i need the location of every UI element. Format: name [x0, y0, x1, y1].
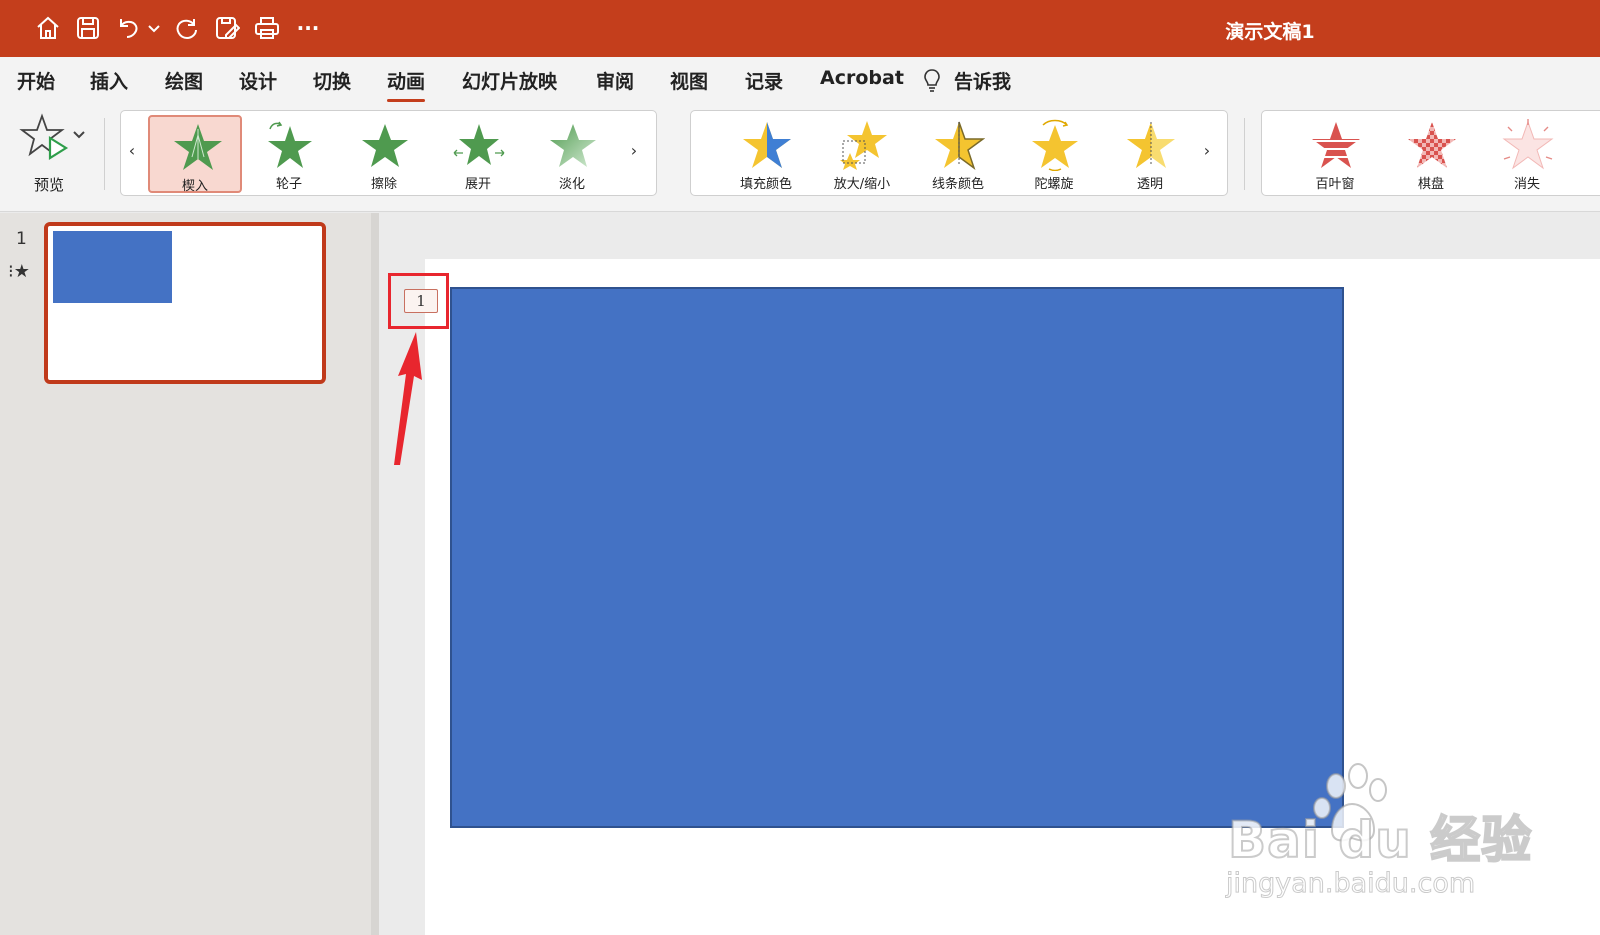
exit-effects-gallery: 百叶窗 棋盘 消失 [1261, 110, 1600, 196]
watermark-url: jingyan.baidu.com [1225, 868, 1476, 900]
save-icon[interactable] [74, 14, 102, 42]
effect-fill-color[interactable]: 填充颜色 [719, 115, 813, 193]
checkerboard-star-icon [1408, 122, 1456, 168]
lightbulb-icon[interactable] [922, 68, 942, 92]
title-bar: ··· 演示文稿1 [0, 0, 1600, 57]
tab-transitions[interactable]: 切换 [313, 67, 351, 94]
effect-label: 线条颜色 [931, 177, 984, 192]
effect-grow-shrink[interactable]: 放大/缩小 [815, 115, 909, 193]
fill-color-star-icon [743, 122, 791, 168]
effect-label: 轮子 [275, 177, 302, 192]
blinds-star-icon [1312, 122, 1360, 168]
effect-blinds[interactable]: 百叶窗 [1288, 115, 1382, 193]
effect-label: 楔入 [181, 179, 208, 194]
preview-star-icon [19, 113, 85, 160]
effect-label: 擦除 [370, 177, 397, 192]
transparency-star-icon [1127, 122, 1175, 168]
ribbon-tabs: 开始 插入 绘图 设计 切换 动画 幻灯片放映 审阅 视图 记录 Acrobat… [0, 57, 1600, 102]
redo-icon[interactable] [173, 14, 201, 42]
effect-label: 放大/缩小 [833, 177, 891, 192]
emphasis-effects-gallery: 填充颜色 放大/缩小 线条颜色 陀螺旋 透明 › [690, 110, 1228, 196]
blue-rectangle-shape[interactable] [450, 287, 1344, 828]
effect-label: 百叶窗 [1315, 177, 1355, 192]
tell-me[interactable]: 告诉我 [954, 67, 1011, 94]
wheel-star-icon [268, 121, 312, 168]
pane-divider[interactable] [371, 213, 379, 935]
watermark-brand: Bai du 经验 [1227, 810, 1533, 870]
tab-insert[interactable]: 插入 [90, 67, 128, 94]
thumbnail-shape [53, 231, 172, 303]
slide-number: 1 [16, 229, 27, 249]
split-star-icon [453, 124, 505, 165]
disappear-star-icon [1502, 119, 1554, 170]
annotation-arrow-icon [394, 332, 422, 465]
tab-animations[interactable]: 动画 [387, 67, 426, 102]
grow-shrink-star-icon [840, 121, 887, 170]
effect-label: 陀螺旋 [1034, 177, 1074, 192]
gallery-next-arrow[interactable]: › [626, 141, 642, 160]
tab-draw[interactable]: 绘图 [165, 67, 203, 94]
spin-star-icon [1032, 119, 1078, 171]
effect-wipe[interactable]: 擦除 [337, 115, 431, 193]
document-title: 演示文稿1 [1225, 21, 1315, 43]
preview-label: 预览 [34, 176, 65, 194]
tab-view[interactable]: 视图 [670, 67, 708, 94]
effect-fade[interactable]: 淡化 [525, 115, 619, 193]
tab-review[interactable]: 审阅 [596, 67, 634, 94]
effect-transparency[interactable]: 透明 [1103, 115, 1197, 193]
effect-disappear[interactable]: 消失 [1480, 115, 1574, 193]
separator [1244, 118, 1245, 190]
effect-line-color[interactable]: 线条颜色 [911, 115, 1005, 193]
effect-label: 消失 [1513, 177, 1540, 192]
tab-design[interactable]: 设计 [239, 67, 277, 94]
effect-label: 棋盘 [1417, 177, 1444, 192]
line-color-star-icon [935, 121, 985, 170]
save-as-icon[interactable] [213, 14, 241, 42]
print-icon[interactable] [253, 14, 281, 42]
slide-thumbnail-1[interactable] [44, 222, 326, 384]
wipe-star-icon [362, 124, 408, 167]
baidu-watermark: Bai du 经验 jingyan.baidu.com [1225, 760, 1532, 910]
tab-acrobat[interactable]: Acrobat [820, 67, 904, 89]
home-icon[interactable] [34, 14, 62, 42]
effect-wheel[interactable]: 轮子 [242, 115, 336, 193]
undo-dropdown-icon[interactable] [144, 14, 164, 42]
gallery-next-arrow[interactable]: › [1199, 141, 1215, 160]
entrance-effects-gallery: ‹ 楔入 轮子 擦除 展开 淡化 › [120, 110, 657, 196]
effect-label: 透明 [1136, 177, 1163, 192]
wedge-star-icon [174, 124, 222, 170]
preview-button[interactable]: 预览 [14, 112, 90, 194]
effect-spin[interactable]: 陀螺旋 [1007, 115, 1101, 193]
effect-wedge[interactable]: 楔入 [148, 115, 242, 194]
more-icon[interactable]: ··· [294, 14, 322, 42]
tab-record[interactable]: 记录 [745, 67, 783, 94]
effect-label: 淡化 [558, 177, 585, 192]
fade-star-icon [550, 124, 596, 167]
effect-label: 填充颜色 [739, 177, 792, 192]
slide-thumbnails-pane: 1 ⁝★ [0, 213, 371, 935]
annotation-highlight-box [388, 273, 449, 329]
gallery-prev-arrow[interactable]: ‹ [124, 141, 140, 160]
separator [104, 118, 105, 190]
tab-slide-show[interactable]: 幻灯片放映 [462, 67, 557, 94]
powerpoint-window: { "app": { "document_title": "演示文稿1", "a… [0, 0, 1600, 935]
tab-home[interactable]: 开始 [17, 67, 55, 94]
effect-label: 展开 [464, 177, 491, 192]
undo-icon[interactable] [114, 14, 142, 42]
animation-marker-icon: ⁝★ [8, 261, 30, 282]
animations-ribbon: 预览 ‹ 楔入 轮子 擦除 展开 淡化 › 填充颜色 放大/缩小 线条颜色 陀螺… [0, 102, 1600, 212]
effect-checkerboard[interactable]: 棋盘 [1384, 115, 1478, 193]
effect-split[interactable]: 展开 [431, 115, 525, 193]
